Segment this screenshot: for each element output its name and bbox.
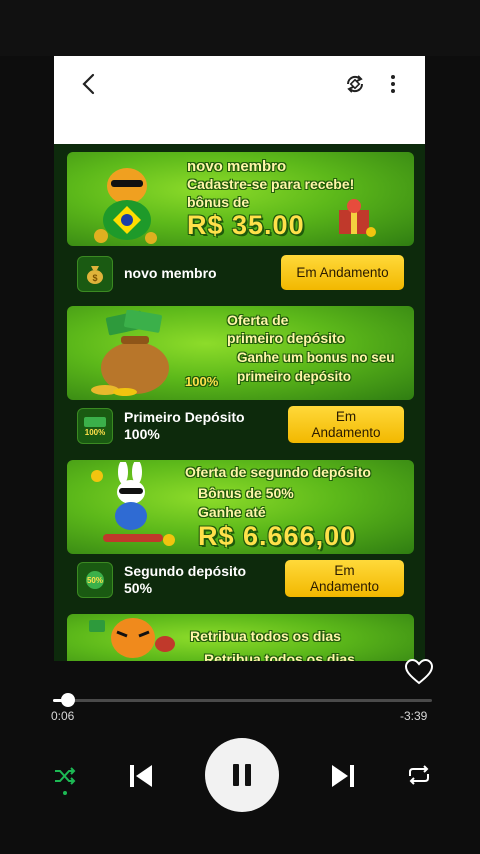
daily-reward-banner[interactable]: Retribua todos os dias Retribua todos os… [67,614,414,661]
50-percent-icon: 50% [77,562,113,598]
bonus-amount: R$ 6.666,00 [198,521,357,551]
second-deposit-banner[interactable]: Oferta de segundo depósito Bônus de 50% … [67,460,414,554]
pause-icon [233,764,251,786]
promo-label: novo membro [124,265,217,281]
heart-icon[interactable] [404,658,434,686]
bonus-amount: R$ 35.00 [187,210,305,240]
tiger-mascot-icon [89,618,175,658]
video-frame: novo membro Cadastre-se para recebe! bôn… [0,0,480,854]
promo-label: Segundo depósito 50% [124,563,247,596]
phone-screen: novo membro Cadastre-se para recebe! bôn… [54,56,425,661]
in-progress-button[interactable]: Em Andamento [285,560,404,597]
banner-subtitle: Bônus de 50% [198,485,294,501]
svg-text:$: $ [92,273,97,283]
100-percent-icon: 100% [77,408,113,444]
new-member-banner[interactable]: novo membro Cadastre-se para recebe! bôn… [67,152,414,246]
money-sack-icon [91,310,169,396]
shuffle-icon [55,767,76,785]
repeat-button[interactable] [402,760,436,790]
browser-header [54,56,425,144]
shuffle-active-dot [63,791,67,795]
banner-title: Oferta de [227,312,289,328]
skip-forward-icon [332,765,354,787]
promo-label: Primeiro Depósito 100% [124,409,245,442]
promo-row: $ novo membro Em Andamento [67,250,414,298]
pause-button[interactable] [205,738,279,812]
banner-subtitle: Cadastre-se para recebe! [187,176,355,192]
previous-button[interactable] [122,757,160,795]
repeat-icon [409,765,429,785]
gift-box-icon [339,199,376,237]
banner-title: Retribua todos os dias [190,628,341,644]
money-bag-icon: $ [77,256,113,292]
top-black-bar [0,0,480,56]
banner-subtitle: primeiro depósito [237,369,352,384]
back-arrow-icon[interactable] [74,70,102,98]
promotions-list: novo membro Cadastre-se para recebe! bôn… [54,144,425,661]
banner-subtitle: bônus de [187,194,250,210]
banner-title: novo membro [187,158,287,175]
svg-text:50%: 50% [87,576,103,585]
shuffle-button[interactable] [50,760,80,802]
rotate-screen-icon[interactable] [341,70,369,98]
rabbit-mascot-icon [91,462,175,546]
progress-knob[interactable] [61,693,76,707]
banner-title: primeiro depósito [227,330,346,346]
in-progress-button[interactable]: Em Andamento [281,255,404,290]
tiger-mascot-icon [94,168,157,244]
progress-bar[interactable] [53,693,432,707]
more-options-icon[interactable] [381,70,405,98]
remaining-time: -3:39 [400,709,428,723]
percent-tag: 100% [185,374,219,389]
banner-title: Oferta de segundo depósito [185,464,371,480]
first-deposit-banner[interactable]: 100% Oferta de primeiro depósito Ganhe u… [67,306,414,400]
promo-row: 50% Segundo depósito 50% Em Andamento [67,556,414,604]
banner-subtitle: Retribua todos os dias [204,651,355,661]
skip-back-icon [130,765,152,787]
next-button[interactable] [324,757,362,795]
in-progress-button[interactable]: Em Andamento [288,406,404,443]
banner-subtitle: Ganhe um bonus no seu [237,350,395,365]
promo-row: 100% Primeiro Depósito 100% Em Andamento [67,402,414,450]
svg-text:100%: 100% [85,428,105,437]
elapsed-time: 0:06 [51,709,75,723]
banner-subtitle: Ganhe até [198,504,266,520]
